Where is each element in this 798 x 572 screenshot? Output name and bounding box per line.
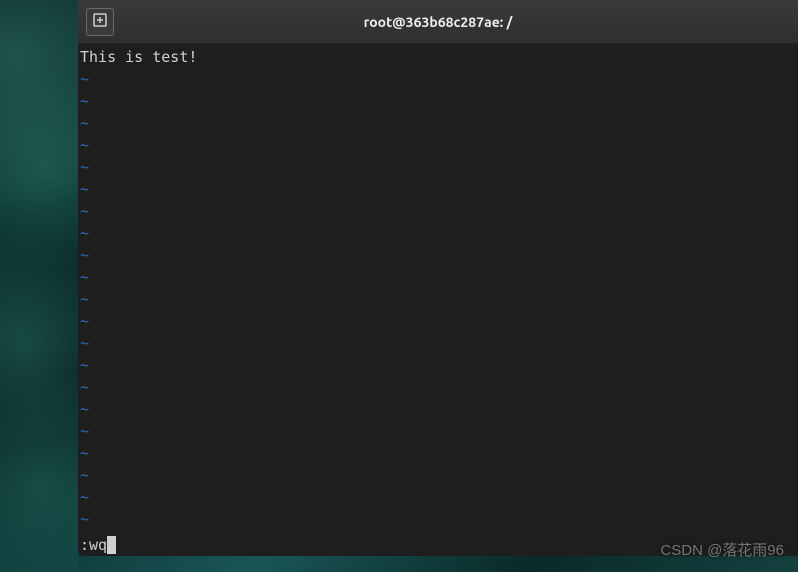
tilde-line: ~ <box>80 134 796 156</box>
editor-content: This is test! <box>80 46 796 68</box>
tilde-line: ~ <box>80 442 796 464</box>
tilde-line: ~ <box>80 156 796 178</box>
tilde-line: ~ <box>80 200 796 222</box>
tilde-line: ~ <box>80 420 796 442</box>
tilde-line: ~ <box>80 376 796 398</box>
titlebar: root@363b68c287ae: / <box>78 0 798 44</box>
new-tab-button[interactable] <box>86 8 114 36</box>
editor-empty-lines: ~~~~~~~~~~~~~~~~~~~~~ <box>80 68 796 530</box>
tilde-line: ~ <box>80 266 796 288</box>
desktop-background <box>0 0 78 572</box>
tilde-line: ~ <box>80 486 796 508</box>
tilde-line: ~ <box>80 222 796 244</box>
tilde-line: ~ <box>80 464 796 486</box>
cursor <box>107 536 116 554</box>
tilde-line: ~ <box>80 68 796 90</box>
tilde-line: ~ <box>80 288 796 310</box>
window-title: root@363b68c287ae: / <box>364 14 513 30</box>
tilde-line: ~ <box>80 354 796 376</box>
terminal-body[interactable]: This is test! ~~~~~~~~~~~~~~~~~~~~~ :wq <box>78 44 798 556</box>
vim-command-line[interactable]: :wq <box>80 534 796 556</box>
new-tab-icon <box>92 12 108 32</box>
tilde-line: ~ <box>80 332 796 354</box>
tilde-line: ~ <box>80 112 796 134</box>
tilde-line: ~ <box>80 508 796 530</box>
tilde-line: ~ <box>80 398 796 420</box>
command-text: :wq <box>80 536 107 554</box>
terminal-window: root@363b68c287ae: / This is test! ~~~~~… <box>78 0 798 556</box>
tilde-line: ~ <box>80 310 796 332</box>
tilde-line: ~ <box>80 178 796 200</box>
tilde-line: ~ <box>80 90 796 112</box>
tilde-line: ~ <box>80 244 796 266</box>
